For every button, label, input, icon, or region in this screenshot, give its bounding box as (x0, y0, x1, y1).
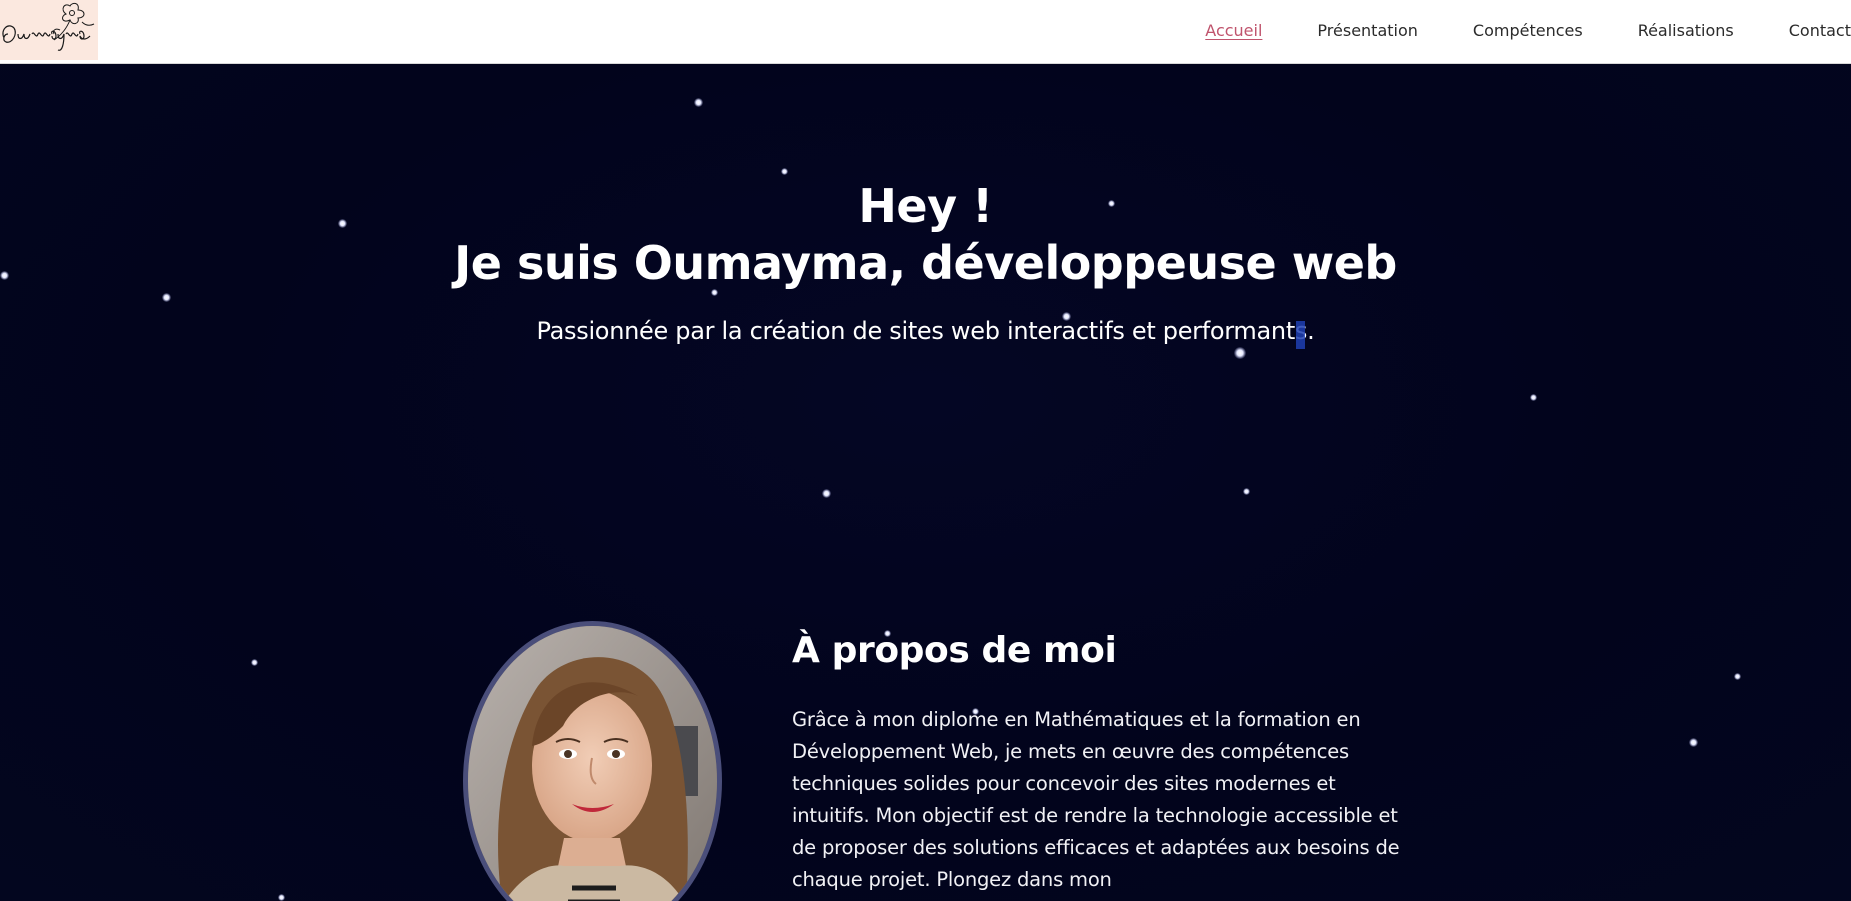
star (694, 98, 703, 107)
site-logo[interactable] (0, 0, 98, 60)
star (1243, 488, 1250, 495)
nav-link-competences[interactable]: Compétences (1473, 21, 1583, 40)
hero-greeting: Hey ! (858, 179, 993, 233)
hero-section: Hey ! Je suis Oumayma, développeuse web … (0, 64, 1851, 901)
star (1734, 673, 1741, 680)
about-text: Grâce à mon diplome en Mathématiques et … (792, 708, 1400, 891)
profile-photo (463, 621, 722, 901)
site-header: Accueil Présentation Compétences Réalisa… (0, 0, 1851, 64)
nav-link-accueil[interactable]: Accueil (1205, 21, 1262, 40)
flower-signature-logo-icon (2, 2, 95, 51)
star (781, 168, 788, 175)
star (1689, 738, 1698, 747)
star (162, 293, 171, 302)
text-selection-highlight (1296, 321, 1305, 349)
star (1234, 347, 1246, 359)
nav-link-realisations[interactable]: Réalisations (1638, 21, 1734, 40)
star (278, 894, 285, 901)
star (822, 489, 831, 498)
portrait-image-icon (468, 626, 717, 901)
main-nav: Accueil Présentation Compétences Réalisa… (1205, 0, 1851, 60)
about-title: À propos de moi (792, 630, 1117, 671)
hero-subtitle: Passionnée par la création de sites web … (536, 317, 1315, 345)
star (1530, 394, 1537, 401)
nav-link-presentation[interactable]: Présentation (1317, 21, 1417, 40)
hero-title: Je suis Oumayma, développeuse web (454, 236, 1397, 290)
nav-link-contact[interactable]: Contact (1789, 21, 1851, 40)
star (251, 659, 258, 666)
